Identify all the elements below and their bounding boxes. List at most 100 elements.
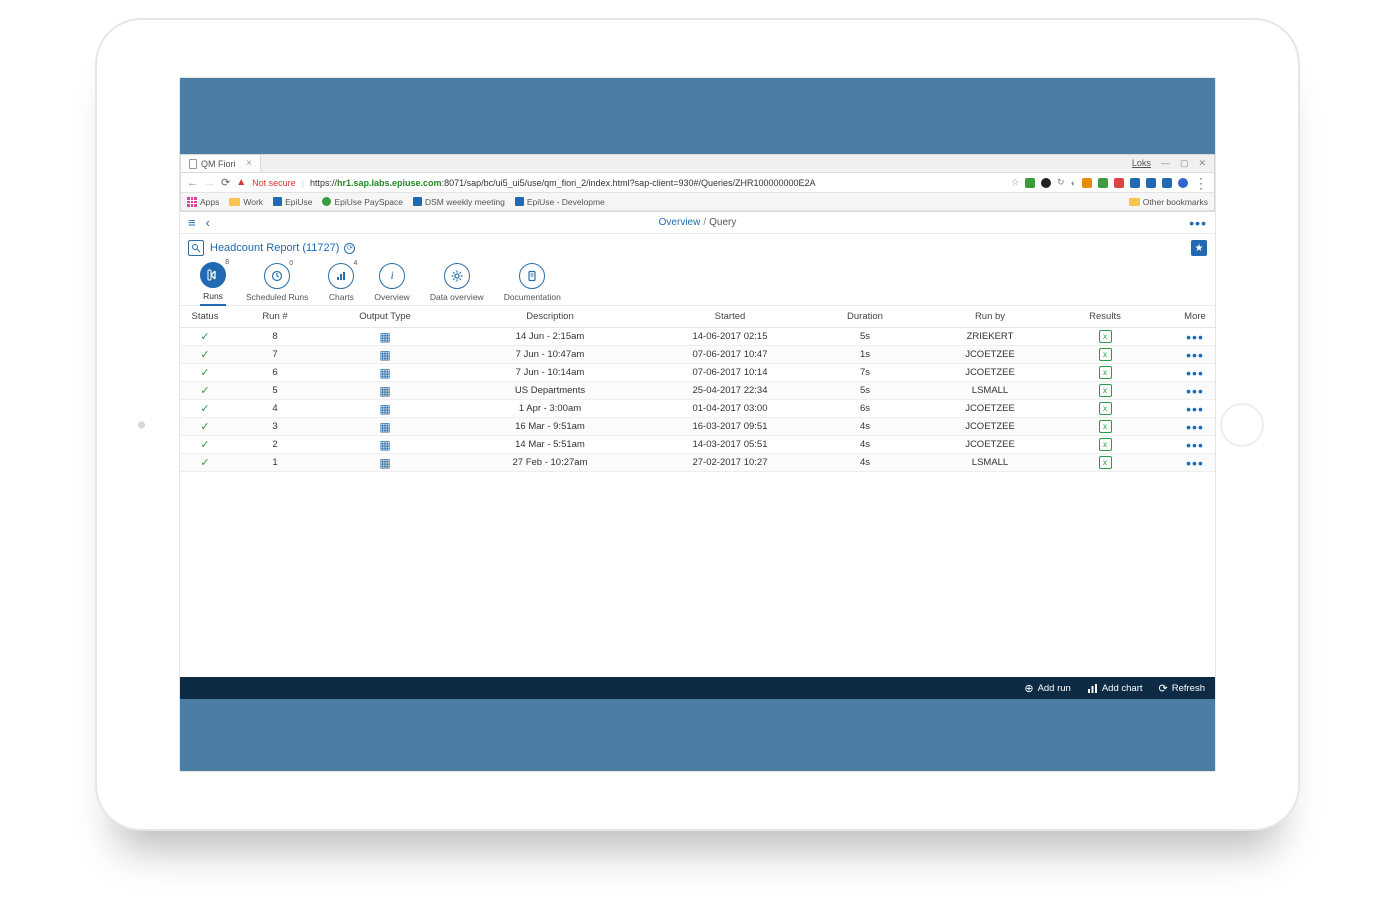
more-icon[interactable]: •••	[1186, 383, 1204, 399]
ext-icon[interactable]	[1146, 178, 1156, 188]
back-icon[interactable]: ‹	[206, 215, 210, 230]
grid-icon[interactable]: ▦	[379, 420, 390, 434]
url-bar[interactable]: https://hr1.sap.labs.epiuse.com:8071/sap…	[310, 178, 1005, 188]
more-icon[interactable]: •••	[1186, 455, 1204, 471]
ext-icon[interactable]	[1098, 178, 1108, 188]
bookmark-icon	[515, 197, 524, 206]
ext-icon[interactable]	[1162, 178, 1172, 188]
hamburger-icon[interactable]: ≡	[188, 215, 196, 230]
nav-back-icon[interactable]: ←	[187, 177, 198, 189]
cell-duration: 1s	[810, 349, 920, 360]
cell-runby: LSMALL	[920, 385, 1060, 396]
grid-icon[interactable]: ▦	[379, 384, 390, 398]
grid-icon[interactable]: ▦	[379, 330, 390, 344]
check-icon: ✓	[200, 385, 209, 397]
favorite-button[interactable]: ★	[1191, 240, 1207, 256]
more-icon[interactable]: •••	[1186, 347, 1204, 363]
ext-icon[interactable]	[1178, 178, 1188, 188]
overflow-menu-icon[interactable]: •••	[1189, 215, 1207, 231]
table-row[interactable]: ✓2▦14 Mar - 5:51am14-03-2017 05:514sJCOE…	[180, 436, 1215, 454]
cell-duration: 7s	[810, 367, 920, 378]
ext-icon[interactable]	[1114, 178, 1124, 188]
grid-icon[interactable]: ▦	[379, 456, 390, 470]
cell-started: 07-06-2017 10:14	[650, 367, 810, 378]
cell-duration: 6s	[810, 403, 920, 414]
more-icon[interactable]: •••	[1186, 365, 1204, 381]
home-button[interactable]	[1220, 403, 1264, 447]
star-icon[interactable]: ☆	[1011, 177, 1019, 188]
tab-runs[interactable]: 8 Runs	[200, 262, 226, 306]
table-row[interactable]: ✓6▦7 Jun - 10:14am07-06-2017 10:147sJCOE…	[180, 364, 1215, 382]
bookmark-work[interactable]: Work	[229, 197, 263, 207]
cell-run: 2	[230, 439, 320, 450]
reload-icon[interactable]: ⟳	[221, 176, 230, 189]
url-domain: hr1.sap.labs.epiuse.com	[337, 178, 442, 188]
ext-icon[interactable]	[1130, 178, 1140, 188]
grid-icon[interactable]: ▦	[379, 366, 390, 380]
cell-started: 01-04-2017 03:00	[650, 403, 810, 414]
cell-started: 25-04-2017 22:34	[650, 385, 810, 396]
table-body: ✓8▦14 Jun - 2:15am14-06-2017 02:155sZRIE…	[180, 328, 1215, 472]
grid-icon[interactable]: ▦	[379, 348, 390, 362]
sync-icon[interactable]: ⟳	[344, 243, 355, 254]
cell-started: 14-06-2017 02:15	[650, 331, 810, 342]
cell-runby: LSMALL	[920, 457, 1060, 468]
more-icon[interactable]: •••	[1186, 437, 1204, 453]
chart-icon	[1087, 683, 1098, 694]
browser-tab[interactable]: QM Fiori ×	[181, 155, 261, 172]
more-icon[interactable]: •••	[1186, 401, 1204, 417]
tab-scheduled-runs[interactable]: 0 Scheduled Runs	[246, 263, 308, 305]
excel-icon[interactable]: x	[1099, 330, 1112, 343]
cell-description: 1 Apr - 3:00am	[450, 403, 650, 414]
excel-icon[interactable]: x	[1099, 402, 1112, 415]
tab-label: Runs	[203, 291, 223, 301]
tab-documentation[interactable]: Documentation	[504, 263, 561, 305]
bookmark-epiuse[interactable]: EpiUse	[273, 197, 312, 207]
nav-forward-icon[interactable]: →	[204, 177, 215, 189]
refresh-button[interactable]: ⟳Refresh	[1159, 682, 1205, 695]
ext-icon[interactable]	[1025, 178, 1035, 188]
cell-duration: 4s	[810, 439, 920, 450]
table-row[interactable]: ✓7▦7 Jun - 10:47am07-06-2017 10:471sJCOE…	[180, 346, 1215, 364]
camera-dot	[138, 421, 145, 428]
window-min[interactable]: —	[1161, 158, 1170, 169]
menu-icon[interactable]: ⋮	[1194, 180, 1208, 186]
excel-icon[interactable]: x	[1099, 384, 1112, 397]
bookmark-payspace[interactable]: EpiUse PaySpace	[322, 197, 403, 207]
tab-data-overview[interactable]: Data overview	[430, 263, 484, 305]
ext-icon[interactable]	[1082, 178, 1092, 188]
window-max[interactable]: ▢	[1180, 158, 1189, 169]
bookmark-apps[interactable]: Apps	[187, 197, 219, 207]
page-title: Headcount Report (11727)	[210, 242, 339, 254]
ext-icon[interactable]: ↻	[1057, 177, 1065, 188]
window-close[interactable]: ✕	[1198, 158, 1206, 169]
tab-label: Documentation	[504, 292, 561, 302]
excel-icon[interactable]: x	[1099, 348, 1112, 361]
tab-close-icon[interactable]: ×	[246, 158, 252, 169]
tab-label: Scheduled Runs	[246, 292, 308, 302]
tab-overview[interactable]: i Overview	[374, 263, 409, 305]
table-row[interactable]: ✓3▦16 Mar - 9:51am16-03-2017 09:514sJCOE…	[180, 418, 1215, 436]
table-row[interactable]: ✓4▦1 Apr - 3:00am01-04-2017 03:006sJCOET…	[180, 400, 1215, 418]
excel-icon[interactable]: x	[1099, 420, 1112, 433]
more-icon[interactable]: •••	[1186, 329, 1204, 345]
tab-charts[interactable]: 4 Charts	[328, 263, 354, 305]
table-row[interactable]: ✓5▦US Departments25-04-2017 22:345sLSMAL…	[180, 382, 1215, 400]
table-row[interactable]: ✓1▦27 Feb - 10:27am27-02-2017 10:274sLSM…	[180, 454, 1215, 472]
excel-icon[interactable]: x	[1099, 438, 1112, 451]
ext-icon[interactable]	[1041, 178, 1051, 188]
grid-icon[interactable]: ▦	[379, 438, 390, 452]
bookmark-dsm[interactable]: DSM weekly meeting	[413, 197, 505, 207]
add-chart-button[interactable]: Add chart	[1087, 683, 1143, 694]
excel-icon[interactable]: x	[1099, 456, 1112, 469]
excel-icon[interactable]: x	[1099, 366, 1112, 379]
other-bookmarks[interactable]: Other bookmarks	[1129, 197, 1208, 207]
ext-icon[interactable]: ◐	[1071, 178, 1076, 188]
more-icon[interactable]: •••	[1186, 419, 1204, 435]
window-label[interactable]: Loks	[1132, 158, 1151, 169]
table-row[interactable]: ✓8▦14 Jun - 2:15am14-06-2017 02:155sZRIE…	[180, 328, 1215, 346]
add-run-button[interactable]: ⊕Add run	[1024, 682, 1071, 695]
bookmark-dev[interactable]: EpiUse - Developme	[515, 197, 605, 207]
breadcrumb-overview[interactable]: Overview	[659, 217, 701, 228]
grid-icon[interactable]: ▦	[379, 402, 390, 416]
